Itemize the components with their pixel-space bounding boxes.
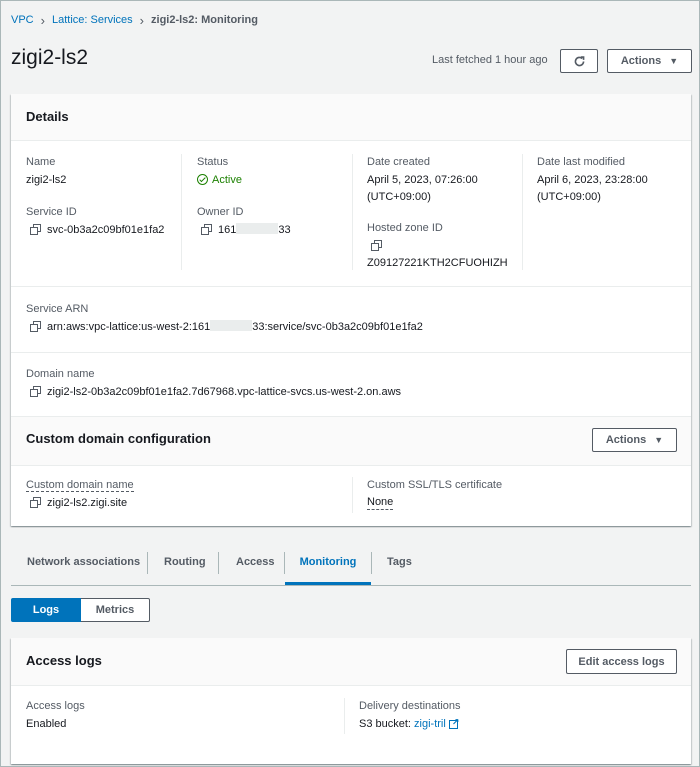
service-arn-prefix: arn:aws:vpc-lattice:us-west-2:161 (47, 321, 211, 333)
column-divider (352, 477, 353, 513)
column-divider (352, 154, 353, 270)
service-arn-value: arn:aws:vpc-lattice:us-west-2:161 33:serv… (30, 319, 423, 335)
service-id-value: svc-0b3a2c09bf01e1fa2 (30, 222, 164, 238)
service-arn-suffix: 33:service/svc-0b3a2c09bf01e1fa2 (252, 321, 423, 333)
service-arn-label: Service ARN (26, 303, 89, 315)
segment-metrics[interactable]: Metrics (81, 598, 150, 622)
hosted-zone-label: Hosted zone ID (367, 222, 443, 234)
owner-id-suffix: 33 (278, 224, 291, 236)
tab-divider (218, 552, 219, 574)
access-logs-label: Access logs (26, 700, 85, 712)
domain-name-value: zigi2-ls2-0b3a2c09bf01e1fa2.7d67968.vpc-… (30, 384, 401, 400)
s3-bucket-link[interactable]: zigi-tril (414, 714, 459, 730)
delivery-destination-prefix: S3 bucket: (359, 718, 411, 730)
page-actions-button[interactable]: Actions ▼ (607, 49, 692, 73)
copy-icon[interactable] (30, 497, 41, 508)
date-modified-value: April 6, 2023, 23:28:00 (537, 174, 648, 186)
chevron-right-icon: › (139, 12, 145, 28)
hosted-zone-value: Z09127221KTH2CFUOHIZH (367, 257, 508, 269)
redacted-mask (236, 223, 279, 234)
breadcrumb-link-vpc[interactable]: VPC (11, 14, 34, 26)
custom-domain-title: Custom domain configuration (26, 431, 211, 446)
tab-divider (371, 552, 372, 574)
access-logs-value: Enabled (26, 718, 67, 730)
status-badge: Active (197, 172, 242, 188)
details-header: Details (11, 94, 691, 141)
edit-access-logs-label: Edit access logs (578, 655, 665, 668)
breadcrumb-link-lattice-services[interactable]: Lattice: Services (52, 14, 133, 26)
custom-cert-label: Custom SSL/TLS certificate (367, 479, 503, 491)
date-created-label: Date created (367, 156, 430, 168)
access-logs-panel: Access logs Edit access logs Access logs… (11, 638, 691, 764)
breadcrumb-current: zigi2-ls2: Monitoring (151, 14, 258, 26)
tab-divider (147, 552, 148, 574)
section-divider (11, 352, 691, 353)
last-fetched-text: Last fetched 1 hour ago (432, 54, 548, 66)
service-id-text: svc-0b3a2c09bf01e1fa2 (47, 224, 165, 236)
delivery-destinations-label: Delivery destinations (359, 700, 461, 712)
status-label: Status (197, 156, 229, 168)
domain-name-label: Domain name (26, 368, 95, 380)
check-circle-icon (197, 174, 208, 185)
access-logs-title: Access logs (26, 653, 102, 668)
tab-network-associations[interactable]: Network associations (27, 550, 140, 585)
external-link-icon (448, 714, 459, 730)
custom-cert-value[interactable]: None (367, 496, 394, 510)
section-divider (11, 286, 691, 287)
view-segmented-control: Logs Metrics (11, 598, 150, 622)
copy-icon[interactable] (201, 224, 212, 235)
column-divider (522, 154, 523, 270)
copy-icon[interactable] (30, 224, 41, 235)
owner-id-value: 161 33 (201, 222, 291, 238)
date-modified-timezone: (UTC+09:00) (537, 191, 601, 203)
name-label: Name (26, 156, 56, 168)
column-divider (344, 698, 345, 734)
chevron-right-icon: › (40, 12, 45, 28)
date-created-value: April 5, 2023, 07:26:00 (367, 174, 478, 186)
custom-domain-actions-button[interactable]: Actions ▼ (592, 428, 677, 452)
tab-routing[interactable]: Routing (164, 550, 206, 585)
tab-tags[interactable]: Tags (387, 550, 412, 585)
details-title: Details (26, 109, 69, 124)
delivery-destinations-value: S3 bucket: zigi-tril (359, 714, 459, 732)
date-created-timezone: (UTC+09:00) (367, 191, 431, 203)
name-value: zigi2-ls2 (26, 174, 67, 186)
owner-id-label: Owner ID (197, 206, 244, 218)
column-divider (181, 154, 182, 270)
custom-domain-name-text: zigi2-ls2.zigi.site (47, 497, 128, 509)
segment-logs[interactable]: Logs (11, 598, 81, 622)
hosted-zone-copy (371, 238, 388, 254)
custom-domain-name-value: zigi2-ls2.zigi.site (30, 495, 127, 511)
domain-name-text: zigi2-ls2-0b3a2c09bf01e1fa2.7d67968.vpc-… (47, 386, 402, 398)
copy-icon[interactable] (30, 386, 41, 397)
page-title: zigi2-ls2 (11, 46, 89, 69)
custom-domain-header: Custom domain configuration (11, 416, 691, 466)
copy-icon[interactable] (371, 240, 382, 251)
custom-domain-actions-label: Actions (605, 434, 647, 446)
custom-domain-name-label[interactable]: Custom domain name (26, 479, 134, 492)
date-modified-label: Date last modified (537, 156, 626, 168)
refresh-button[interactable] (560, 49, 598, 73)
caret-down-icon: ▼ (669, 56, 679, 66)
edit-access-logs-button[interactable]: Edit access logs (566, 649, 677, 674)
copy-icon[interactable] (30, 321, 41, 332)
breadcrumb: VPC › Lattice: Services › zigi2-ls2: Mon… (11, 12, 258, 28)
caret-down-icon: ▼ (654, 435, 664, 445)
page-actions-label: Actions (620, 55, 662, 67)
refresh-icon (574, 55, 584, 66)
service-id-label: Service ID (26, 206, 77, 218)
details-panel: Details Name zigi2-ls2 Service ID svc-0b… (11, 94, 691, 526)
owner-id-prefix: 161 (218, 224, 237, 236)
redacted-mask (210, 320, 253, 331)
tab-bar: Network associations Routing Access Moni… (11, 550, 691, 586)
tab-monitoring[interactable]: Monitoring (285, 550, 371, 585)
tab-access[interactable]: Access (236, 550, 275, 585)
status-text: Active (212, 174, 242, 186)
s3-bucket-link-text: zigi-tril (414, 718, 446, 730)
